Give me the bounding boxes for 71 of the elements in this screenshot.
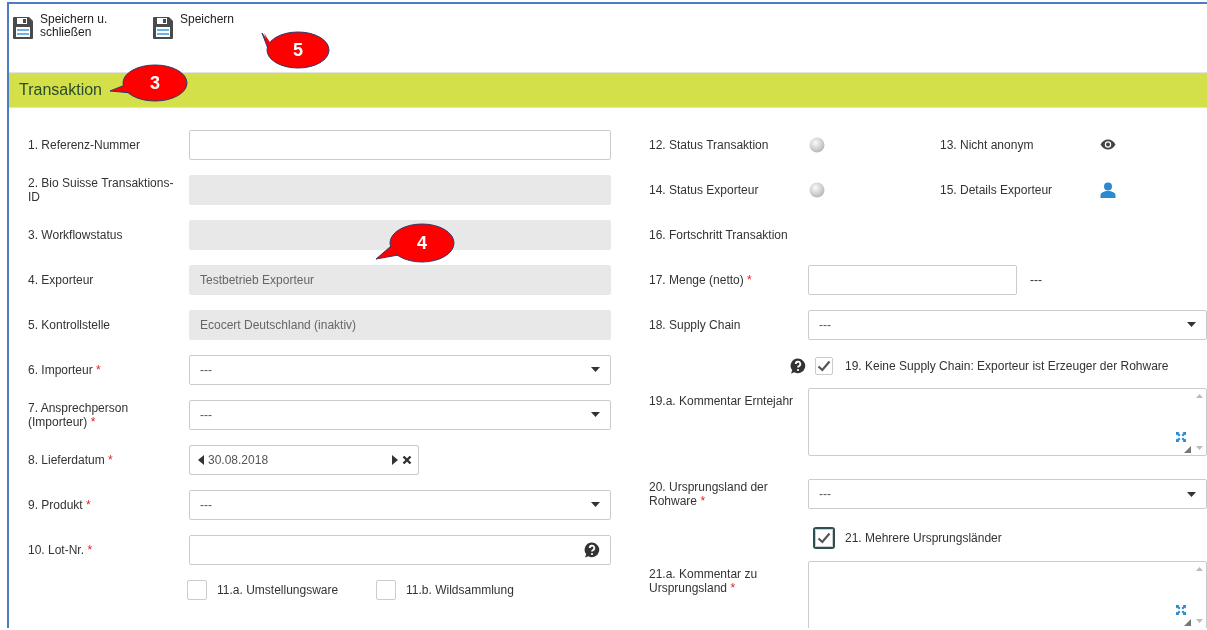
next-day-icon[interactable] bbox=[392, 454, 398, 465]
help-icon[interactable] bbox=[584, 541, 600, 558]
callout-number: 4 bbox=[416, 232, 428, 254]
scroll-down-icon[interactable] bbox=[1195, 446, 1203, 450]
field-label: 2. Bio Suisse Transaktions-ID bbox=[28, 175, 175, 204]
eye-icon[interactable] bbox=[1100, 139, 1116, 150]
dropdown-field[interactable]: --- bbox=[189, 489, 611, 520]
scroll-up-icon[interactable] bbox=[1195, 394, 1203, 398]
dropdown-caret-icon bbox=[1187, 322, 1196, 327]
help-icon[interactable] bbox=[790, 357, 806, 374]
comment-field[interactable] bbox=[808, 561, 1207, 628]
field-label: 15. Details Exporteur bbox=[940, 182, 1054, 197]
field-label: 19.a. Kommentar Erntejahr bbox=[649, 393, 795, 408]
unit-label: --- bbox=[1030, 272, 1042, 287]
dropdown-field[interactable]: --- bbox=[189, 354, 611, 385]
dropdown-caret-icon bbox=[591, 502, 600, 507]
comment-field[interactable] bbox=[808, 388, 1207, 456]
field-label: 4. Exporteur bbox=[28, 272, 95, 287]
scroll-up-icon[interactable] bbox=[1195, 567, 1203, 571]
checkbox-label: 21. Mehrere Ursprungsländer bbox=[845, 531, 1002, 545]
dropdown-caret-icon bbox=[591, 412, 600, 417]
dropdown-field[interactable]: --- bbox=[189, 399, 611, 430]
save-icon bbox=[152, 16, 174, 40]
field-label: 12. Status Transaktion bbox=[649, 137, 770, 152]
save-icon bbox=[12, 16, 34, 40]
clear-icon[interactable] bbox=[402, 454, 412, 465]
text-field[interactable] bbox=[189, 129, 611, 160]
date-field[interactable]: 30.08.2018 bbox=[189, 444, 419, 475]
checkbox[interactable] bbox=[815, 356, 833, 375]
checkbox-label: 11.b. Wildsammlung bbox=[406, 583, 514, 597]
field-label: 14. Status Exporteur bbox=[649, 182, 760, 197]
field-label: 21.a. Kommentar zu Ursprungsland * bbox=[649, 566, 759, 595]
section-title: Transaktion bbox=[19, 81, 102, 99]
checkbox[interactable] bbox=[376, 580, 396, 600]
field-label: 1. Referenz-Nummer bbox=[28, 137, 142, 152]
scroll-down-icon[interactable] bbox=[1195, 619, 1203, 623]
status-dot-icon bbox=[809, 136, 825, 153]
text-field: Testbetrieb Exporteur bbox=[189, 264, 611, 295]
expand-icon[interactable] bbox=[1176, 432, 1186, 442]
field-label: 18. Supply Chain bbox=[649, 317, 742, 332]
field-label: 10. Lot-Nr. * bbox=[28, 542, 94, 557]
callout-bubble bbox=[260, 29, 332, 71]
resize-grip-icon[interactable] bbox=[1184, 446, 1191, 453]
callout-number: 3 bbox=[149, 72, 161, 94]
field-label: 13. Nicht anonym bbox=[940, 137, 1035, 152]
checkbox[interactable] bbox=[187, 580, 207, 600]
lot-number-field[interactable] bbox=[189, 534, 611, 565]
field-label: 16. Fortschritt Transaktion bbox=[649, 227, 788, 242]
previous-day-icon[interactable] bbox=[198, 454, 204, 465]
resize-grip-icon[interactable] bbox=[1184, 619, 1191, 626]
field-label: 6. Importeur * bbox=[28, 362, 102, 377]
dropdown-field[interactable]: --- bbox=[808, 309, 1207, 340]
field-label: 9. Produkt * bbox=[28, 497, 92, 512]
field-label: 17. Menge (netto) * bbox=[649, 272, 753, 287]
expand-icon[interactable] bbox=[1176, 605, 1186, 615]
text-field[interactable] bbox=[808, 264, 1017, 295]
field-label: 8. Lieferdatum * bbox=[28, 452, 114, 467]
checkbox-label: 19. Keine Supply Chain: Exporteur ist Erzeuger der Rohware bbox=[845, 358, 1169, 373]
checkbox-label: 11.a. Umstellungsware bbox=[217, 583, 339, 597]
text-field: Ecocert Deutschland (inaktiv) bbox=[189, 309, 611, 340]
dropdown-caret-icon bbox=[591, 367, 600, 372]
field-label: 7. Ansprechperson (Importeur) * bbox=[28, 400, 130, 429]
field-label: 5. Kontrollstelle bbox=[28, 317, 112, 332]
field-label: 3. Workflowstatus bbox=[28, 227, 124, 242]
dropdown-caret-icon bbox=[1187, 491, 1196, 497]
status-dot-icon bbox=[809, 181, 825, 198]
checkbox[interactable] bbox=[815, 529, 833, 547]
callout-number: 5 bbox=[292, 39, 304, 61]
field-label: 20. Ursprungsland der Rohware * bbox=[649, 480, 769, 508]
person-icon[interactable] bbox=[1100, 181, 1116, 198]
dropdown-field[interactable]: --- bbox=[808, 479, 1207, 509]
